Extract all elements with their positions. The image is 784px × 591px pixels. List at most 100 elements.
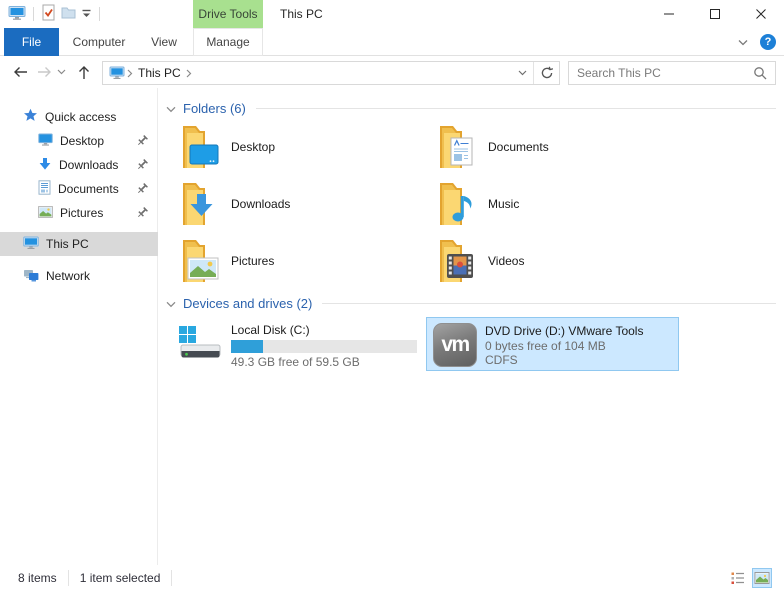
window-controls	[646, 0, 784, 28]
sidebar-item-documents[interactable]: Documents	[0, 177, 158, 201]
sidebar-item-this-pc[interactable]: This PC	[0, 232, 158, 256]
customize-toolbar-button[interactable]	[81, 7, 92, 22]
document-icon	[38, 180, 51, 198]
recent-locations-button[interactable]	[53, 60, 69, 84]
address-bar[interactable]: This PC	[102, 61, 560, 85]
folder-tile-downloads[interactable]: Downloads	[169, 177, 422, 231]
help-button[interactable]: ?	[760, 34, 776, 50]
selection-count: 1 item selected	[79, 571, 161, 585]
minimize-button[interactable]	[646, 0, 692, 28]
view-toggle-buttons	[728, 565, 772, 591]
folder-tile-desktop[interactable]: Desktop	[169, 120, 422, 174]
drive-filesystem: CDFS	[485, 353, 518, 367]
chevron-down-icon[interactable]	[166, 102, 176, 116]
pictures-folder-icon	[175, 237, 221, 286]
desktop-folder-icon	[175, 123, 221, 172]
monitor-icon	[38, 133, 53, 150]
tab-view[interactable]: View	[139, 28, 189, 56]
sidebar-item-label: This PC	[46, 237, 89, 251]
sidebar-item-label: Desktop	[60, 134, 105, 148]
navigation-pane: Quick access Desktop Downloads Documents…	[0, 88, 158, 565]
group-divider	[255, 108, 776, 109]
up-button[interactable]	[72, 60, 96, 84]
large-icons-view-button[interactable]	[752, 568, 772, 588]
details-view-button[interactable]	[728, 568, 748, 588]
drives-group-header[interactable]: Devices and drives (2)	[166, 295, 776, 312]
items-count: 8 items	[18, 571, 57, 585]
contextual-tab-group-drive-tools: Drive Tools	[193, 0, 263, 28]
toolbar-separator	[99, 7, 100, 21]
drive-info: DVD Drive (D:) VMware Tools 0 bytes free…	[485, 323, 672, 367]
ribbon-tab-row: File Computer View Manage ?	[0, 28, 784, 56]
folders-group-header[interactable]: Folders (6)	[166, 100, 776, 117]
new-folder-button[interactable]	[61, 5, 76, 23]
sidebar-item-label: Pictures	[60, 206, 104, 220]
status-bar-counts: 8 items 1 item selected	[18, 565, 183, 591]
sidebar-item-desktop[interactable]: Desktop	[0, 129, 158, 153]
drive-info: Local Disk (C:) 49.3 GB free of 59.5 GB	[231, 322, 417, 369]
folder-label: Downloads	[231, 197, 291, 211]
explorer-body: Quick access Desktop Downloads Documents…	[0, 88, 784, 565]
refresh-button[interactable]	[533, 62, 559, 84]
folder-tile-pictures[interactable]: Pictures	[169, 234, 422, 288]
drive-name: DVD Drive (D:) VMware Tools	[485, 324, 644, 338]
status-separator	[171, 570, 173, 586]
file-explorer-window: Drive Tools This PC File Computer View M…	[0, 0, 784, 591]
tab-manage[interactable]: Manage	[193, 28, 263, 56]
search-icon[interactable]	[753, 66, 767, 80]
sidebar-item-downloads[interactable]: Downloads	[0, 153, 158, 177]
status-separator	[67, 570, 69, 586]
pin-icon	[136, 183, 148, 198]
drive-free-space: 0 bytes free of 104 MB	[485, 339, 606, 353]
drive-tile-local-disk[interactable]: Local Disk (C:) 49.3 GB free of 59.5 GB	[169, 317, 422, 371]
sidebar-item-label: Network	[46, 269, 91, 283]
maximize-button[interactable]	[692, 0, 738, 28]
folders-group-title: Folders (6)	[183, 101, 246, 116]
pin-icon	[136, 159, 148, 174]
music-folder-icon	[432, 180, 478, 229]
chevron-down-icon[interactable]	[166, 297, 176, 311]
folders-grid: Desktop Documents Downloads Music Pictur…	[169, 120, 679, 288]
tab-file[interactable]: File	[4, 28, 59, 56]
folder-label: Videos	[488, 254, 525, 268]
toolbar-separator	[33, 7, 34, 21]
sidebar-item-pictures[interactable]: Pictures	[0, 201, 158, 225]
drive-free-space: 49.3 GB free of 59.5 GB	[231, 355, 360, 369]
sidebar-item-label: Documents	[58, 182, 119, 196]
quick-access-toolbar	[8, 0, 102, 28]
address-dropdown-button[interactable]	[511, 62, 533, 84]
folder-tile-videos[interactable]: Videos	[426, 234, 679, 288]
tab-computer[interactable]: Computer	[62, 28, 136, 56]
this-pc-icon	[8, 5, 26, 24]
disk-usage-bar	[231, 340, 417, 353]
network-icon	[23, 268, 39, 285]
search-input[interactable]	[569, 66, 753, 80]
documents-folder-icon	[432, 123, 478, 172]
folder-tile-music[interactable]: Music	[426, 177, 679, 231]
folder-label: Pictures	[231, 254, 275, 268]
sidebar-item-network[interactable]: Network	[0, 264, 158, 288]
vmware-logo-icon: vm	[433, 323, 477, 367]
picture-icon	[38, 205, 53, 221]
group-divider	[322, 303, 776, 304]
sidebar-item-quick-access[interactable]: Quick access	[0, 105, 158, 129]
search-box	[568, 61, 776, 85]
folder-label: Documents	[488, 140, 549, 154]
folder-tile-documents[interactable]: Documents	[426, 120, 679, 174]
window-title: This PC	[280, 7, 323, 21]
close-button[interactable]	[738, 0, 784, 28]
drive-name: Local Disk (C:)	[231, 323, 310, 337]
pin-icon	[136, 207, 148, 222]
folder-label: Desktop	[231, 140, 276, 154]
breadcrumb-this-pc[interactable]: This PC	[138, 66, 181, 80]
drives-grid: Local Disk (C:) 49.3 GB free of 59.5 GB …	[169, 317, 679, 371]
breadcrumb-chevron-icon	[186, 69, 192, 78]
back-button[interactable]	[8, 60, 32, 84]
hard-drive-icon	[175, 323, 223, 366]
navigation-bar: This PC	[0, 57, 784, 88]
drive-tile-dvd-vmware-tools[interactable]: vm DVD Drive (D:) VMware Tools 0 bytes f…	[426, 317, 679, 371]
videos-folder-icon	[432, 237, 478, 286]
properties-button[interactable]	[41, 4, 56, 24]
download-arrow-icon	[38, 157, 52, 174]
expand-ribbon-button[interactable]	[734, 34, 752, 50]
